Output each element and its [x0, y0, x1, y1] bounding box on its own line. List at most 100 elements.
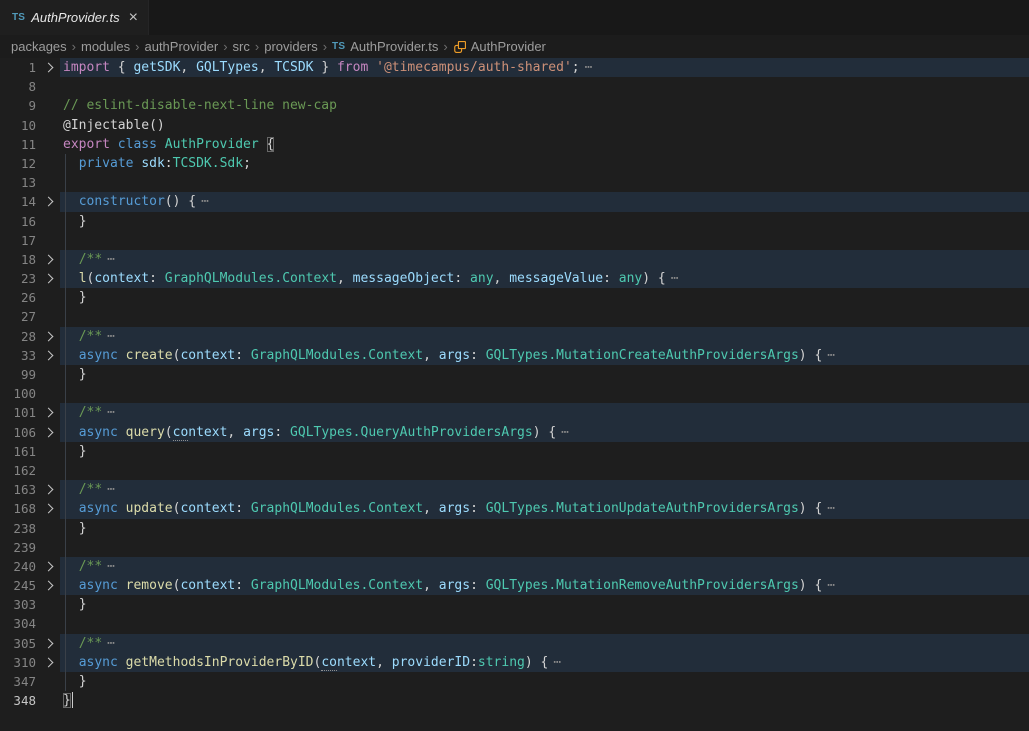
- code-content[interactable]: /**⋯: [60, 634, 1029, 653]
- folded-code-ellipsis[interactable]: ⋯: [107, 636, 115, 651]
- fold-chevron-icon[interactable]: [36, 499, 60, 518]
- code-content[interactable]: [60, 538, 1029, 557]
- breadcrumb-item-src[interactable]: src: [233, 39, 250, 54]
- fold-chevron-icon[interactable]: [36, 327, 60, 346]
- code-content[interactable]: }: [60, 672, 1029, 691]
- code-line-239[interactable]: 239: [0, 538, 1029, 557]
- code-content[interactable]: @Injectable(): [60, 116, 1029, 135]
- code-line-14[interactable]: 14constructor() {⋯: [0, 192, 1029, 211]
- code-content[interactable]: export class AuthProvider {: [60, 135, 1029, 154]
- code-line-17[interactable]: 17: [0, 231, 1029, 250]
- folded-code-ellipsis[interactable]: ⋯: [107, 252, 115, 267]
- fold-chevron-icon[interactable]: [36, 346, 60, 365]
- code-line-10[interactable]: 10@Injectable(): [0, 116, 1029, 135]
- code-content[interactable]: [60, 77, 1029, 96]
- code-line-99[interactable]: 99}: [0, 365, 1029, 384]
- code-line-23[interactable]: 23l(context: GraphQLModules.Context, mes…: [0, 269, 1029, 288]
- code-content[interactable]: }: [60, 442, 1029, 461]
- code-line-161[interactable]: 161}: [0, 442, 1029, 461]
- code-line-26[interactable]: 26}: [0, 288, 1029, 307]
- code-line-8[interactable]: 8: [0, 77, 1029, 96]
- code-line-238[interactable]: 238}: [0, 519, 1029, 538]
- code-content[interactable]: /**⋯: [60, 250, 1029, 269]
- folded-code-ellipsis[interactable]: ⋯: [827, 501, 835, 516]
- code-content[interactable]: async getMethodsInProviderByID(context, …: [60, 653, 1029, 672]
- tab-authprovider[interactable]: TS AuthProvider.ts ×: [0, 0, 149, 35]
- fold-chevron-icon[interactable]: [36, 58, 60, 77]
- code-content[interactable]: [60, 173, 1029, 192]
- code-line-348[interactable]: 348}: [0, 691, 1029, 710]
- breadcrumb-item-file[interactable]: TSAuthProvider.ts: [332, 39, 438, 54]
- code-content[interactable]: }: [60, 595, 1029, 614]
- breadcrumb-item-symbol[interactable]: AuthProvider: [453, 39, 546, 54]
- code-content[interactable]: [60, 231, 1029, 250]
- fold-chevron-icon[interactable]: [36, 634, 60, 653]
- code-line-101[interactable]: 101/**⋯: [0, 403, 1029, 422]
- code-content[interactable]: [60, 614, 1029, 633]
- folded-code-ellipsis[interactable]: ⋯: [107, 329, 115, 344]
- folded-code-ellipsis[interactable]: ⋯: [553, 655, 561, 670]
- code-line-28[interactable]: 28/**⋯: [0, 327, 1029, 346]
- folded-code-ellipsis[interactable]: ⋯: [671, 271, 679, 286]
- folded-code-ellipsis[interactable]: ⋯: [201, 194, 209, 209]
- fold-chevron-icon[interactable]: [36, 557, 60, 576]
- folded-code-ellipsis[interactable]: ⋯: [827, 348, 835, 363]
- breadcrumb-item-modules[interactable]: modules: [81, 39, 130, 54]
- code-content[interactable]: l(context: GraphQLModules.Context, messa…: [60, 269, 1029, 288]
- code-content[interactable]: async create(context: GraphQLModules.Con…: [60, 346, 1029, 365]
- code-content[interactable]: [60, 461, 1029, 480]
- code-line-13[interactable]: 13: [0, 173, 1029, 192]
- folded-code-ellipsis[interactable]: ⋯: [107, 405, 115, 420]
- code-line-1[interactable]: 1import { getSDK, GQLTypes, TCSDK } from…: [0, 58, 1029, 77]
- code-line-100[interactable]: 100: [0, 384, 1029, 403]
- code-line-168[interactable]: 168async update(context: GraphQLModules.…: [0, 499, 1029, 518]
- code-content[interactable]: constructor() {⋯: [60, 192, 1029, 211]
- fold-chevron-icon[interactable]: [36, 403, 60, 422]
- breadcrumb-item-authProvider[interactable]: authProvider: [144, 39, 218, 54]
- code-line-163[interactable]: 163/**⋯: [0, 480, 1029, 499]
- code-line-12[interactable]: 12private sdk:TCSDK.Sdk;: [0, 154, 1029, 173]
- code-line-240[interactable]: 240/**⋯: [0, 557, 1029, 576]
- folded-code-ellipsis[interactable]: ⋯: [827, 578, 835, 593]
- code-content[interactable]: }: [60, 519, 1029, 538]
- code-content[interactable]: /**⋯: [60, 327, 1029, 346]
- code-line-305[interactable]: 305/**⋯: [0, 634, 1029, 653]
- code-line-347[interactable]: 347}: [0, 672, 1029, 691]
- fold-chevron-icon[interactable]: [36, 653, 60, 672]
- code-content[interactable]: import { getSDK, GQLTypes, TCSDK } from …: [60, 58, 1029, 77]
- code-line-11[interactable]: 11export class AuthProvider {: [0, 135, 1029, 154]
- close-icon[interactable]: ×: [129, 10, 138, 26]
- code-content[interactable]: /**⋯: [60, 480, 1029, 499]
- breadcrumb-item-packages[interactable]: packages: [11, 39, 67, 54]
- folded-code-ellipsis[interactable]: ⋯: [561, 425, 569, 440]
- folded-code-ellipsis[interactable]: ⋯: [585, 60, 593, 75]
- code-content[interactable]: private sdk:TCSDK.Sdk;: [60, 154, 1029, 173]
- code-content[interactable]: [60, 384, 1029, 403]
- code-line-18[interactable]: 18/**⋯: [0, 250, 1029, 269]
- fold-chevron-icon[interactable]: [36, 250, 60, 269]
- code-content[interactable]: }: [60, 212, 1029, 231]
- code-content[interactable]: // eslint-disable-next-line new-cap: [60, 96, 1029, 115]
- fold-chevron-icon[interactable]: [36, 576, 60, 595]
- code-line-162[interactable]: 162: [0, 461, 1029, 480]
- code-content[interactable]: }: [60, 288, 1029, 307]
- fold-chevron-icon[interactable]: [36, 269, 60, 288]
- fold-chevron-icon[interactable]: [36, 192, 60, 211]
- fold-chevron-icon[interactable]: [36, 423, 60, 442]
- breadcrumb-item-providers[interactable]: providers: [264, 39, 317, 54]
- code-line-303[interactable]: 303}: [0, 595, 1029, 614]
- code-line-33[interactable]: 33async create(context: GraphQLModules.C…: [0, 346, 1029, 365]
- code-content[interactable]: async update(context: GraphQLModules.Con…: [60, 499, 1029, 518]
- code-content[interactable]: [60, 307, 1029, 326]
- code-line-310[interactable]: 310async getMethodsInProviderByID(contex…: [0, 653, 1029, 672]
- folded-code-ellipsis[interactable]: ⋯: [107, 559, 115, 574]
- code-line-304[interactable]: 304: [0, 614, 1029, 633]
- code-line-106[interactable]: 106async query(context, args: GQLTypes.Q…: [0, 423, 1029, 442]
- code-line-27[interactable]: 27: [0, 307, 1029, 326]
- code-content[interactable]: async remove(context: GraphQLModules.Con…: [60, 576, 1029, 595]
- code-content[interactable]: async query(context, args: GQLTypes.Quer…: [60, 423, 1029, 442]
- code-content[interactable]: /**⋯: [60, 403, 1029, 422]
- code-content[interactable]: }: [60, 691, 1029, 710]
- code-content[interactable]: /**⋯: [60, 557, 1029, 576]
- code-line-245[interactable]: 245async remove(context: GraphQLModules.…: [0, 576, 1029, 595]
